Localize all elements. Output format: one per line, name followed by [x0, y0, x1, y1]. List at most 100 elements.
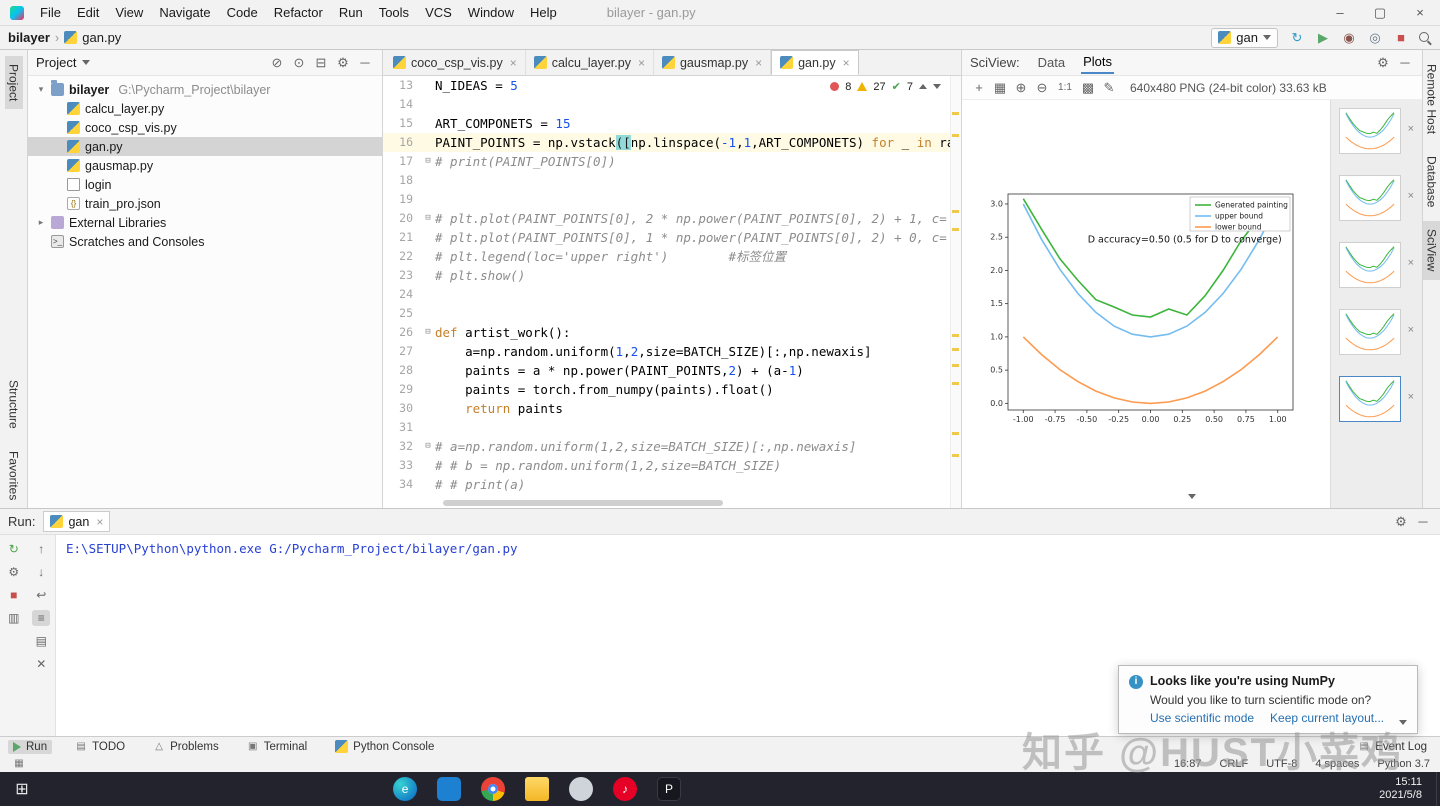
code-line[interactable]: 26⊟def artist_work(): [383, 323, 961, 342]
collapse-all-icon[interactable]: ⊟ [312, 54, 330, 72]
code-line[interactable]: 20⊟# plt.plot(PAINT_POINTS[0], 2 * np.po… [383, 209, 961, 228]
code-line[interactable]: 30 return paints [383, 399, 961, 418]
scroll-end-icon[interactable]: ≡ [32, 610, 50, 626]
close-icon[interactable]: × [755, 56, 762, 70]
tree-item-login[interactable]: login [28, 175, 382, 194]
show-desktop-button[interactable] [1436, 772, 1440, 806]
close-icon[interactable]: × [1408, 257, 1414, 269]
plot-thumbnail[interactable]: × [1339, 108, 1401, 154]
use-scientific-mode-link[interactable]: Use scientific mode [1150, 711, 1254, 725]
menu-window[interactable]: Window [460, 0, 522, 26]
close-icon[interactable]: × [1408, 190, 1414, 202]
menu-help[interactable]: Help [522, 0, 565, 26]
sciview-tab-data[interactable]: Data [1036, 52, 1067, 73]
tool-strip-project[interactable]: Project [5, 56, 23, 109]
tree-item-gan-py[interactable]: gan.py [28, 137, 382, 156]
menu-code[interactable]: Code [219, 0, 266, 26]
stop-icon[interactable]: ■ [1392, 29, 1410, 47]
softwrap-icon[interactable]: ↩ [32, 587, 50, 603]
keep-current-layout-link[interactable]: Keep current layout... [1270, 711, 1384, 725]
app-gray-taskbar-icon[interactable] [569, 777, 593, 801]
app-blue-taskbar-icon[interactable] [437, 777, 461, 801]
toolwindow-switcher-icon[interactable]: ▦ [10, 755, 28, 773]
editor-body[interactable]: 13N_IDEAS = 51415ART_COMPONETS = 1516PAI… [383, 76, 961, 508]
code-line[interactable]: 15ART_COMPONETS = 15 [383, 114, 961, 133]
code-line[interactable]: 19 [383, 190, 961, 209]
breadcrumb-project[interactable]: bilayer [8, 30, 50, 45]
compact-icon[interactable]: ⊘ [268, 54, 286, 72]
close-icon[interactable]: × [1408, 324, 1414, 336]
code-line[interactable]: 34# # print(a) [383, 475, 961, 494]
prev-warning-icon[interactable] [919, 84, 927, 89]
stop-icon[interactable]: ■ [5, 587, 23, 603]
horizontal-scrollbar[interactable] [443, 500, 723, 506]
toolbutton-terminal[interactable]: ▣Terminal [242, 740, 312, 754]
fit-icon[interactable]: + [970, 79, 988, 97]
checker-icon[interactable]: ▩ [1079, 79, 1097, 97]
chevron-down-icon[interactable] [1399, 720, 1407, 725]
caret-position[interactable]: 16:87 [1174, 758, 1202, 770]
close-icon[interactable]: × [843, 56, 850, 70]
code-line[interactable]: 33# # b = np.random.uniform(1,2,size=BAT… [383, 456, 961, 475]
clear-icon[interactable]: ✕ [32, 656, 50, 672]
next-warning-icon[interactable] [933, 84, 941, 89]
edge-taskbar-icon[interactable]: e [393, 777, 417, 801]
print-icon[interactable]: ▤ [32, 633, 50, 649]
menu-vcs[interactable]: VCS [417, 0, 460, 26]
netease-taskbar-icon[interactable]: ♪ [613, 777, 637, 801]
close-icon[interactable]: × [1408, 391, 1414, 403]
editor-tab-gausmap-py[interactable]: gausmap.py× [654, 50, 771, 75]
close-icon[interactable]: × [96, 515, 103, 529]
tool-strip-structure[interactable]: Structure [5, 372, 23, 437]
toolbutton-python-console[interactable]: Python Console [330, 739, 439, 754]
menu-run[interactable]: Run [331, 0, 371, 26]
zoom-in-icon[interactable]: ⊕ [1012, 79, 1030, 97]
actual-size-icon[interactable]: 1:1 [1054, 79, 1076, 97]
plot-thumbnail[interactable]: × [1339, 175, 1401, 221]
up-icon[interactable]: ↑ [32, 541, 50, 557]
menu-file[interactable]: File [32, 0, 69, 26]
code-line[interactable]: 22# plt.legend(loc='upper right') #标签位置 [383, 247, 961, 266]
menu-navigate[interactable]: Navigate [151, 0, 218, 26]
menu-tools[interactable]: Tools [371, 0, 417, 26]
close-icon[interactable]: × [1400, 0, 1440, 26]
error-stripe[interactable] [950, 76, 961, 508]
tree-item-scratches-and-consoles[interactable]: >_Scratches and Consoles [28, 232, 382, 251]
close-icon[interactable]: × [638, 56, 645, 70]
plot-thumbnail[interactable]: × [1339, 309, 1401, 355]
tree-item-gausmap-py[interactable]: gausmap.py [28, 156, 382, 175]
tool-strip-database[interactable]: Database [1423, 148, 1440, 215]
chevron-right-icon[interactable]: ▸ [36, 217, 46, 228]
code-line[interactable]: 25 [383, 304, 961, 323]
minimize-icon[interactable]: – [1320, 0, 1360, 26]
plot-canvas[interactable]: -1.00-0.75-0.50-0.250.000.250.500.751.00… [962, 100, 1330, 508]
menu-view[interactable]: View [107, 0, 151, 26]
plot-thumbnail[interactable]: × [1339, 242, 1401, 288]
tool-strip-remote-host[interactable]: Remote Host [1423, 56, 1440, 142]
toolbutton-todo[interactable]: ▤TODO [70, 740, 130, 754]
code-line[interactable]: 16PAINT_POINTS = np.vstack([np.linspace(… [383, 133, 961, 152]
settings-icon[interactable]: ⚙ [5, 564, 23, 580]
toolbutton-problems[interactable]: △Problems [148, 740, 224, 754]
rerun-icon[interactable]: ↻ [5, 541, 23, 557]
chevron-down-icon[interactable]: ▾ [36, 84, 46, 95]
scroll-down-chevron[interactable] [1188, 487, 1196, 502]
file-encoding[interactable]: UTF-8 [1266, 758, 1297, 770]
layout-icon[interactable]: ▥ [5, 610, 23, 626]
code-line[interactable]: 28 paints = a * np.power(PAINT_POINTS,2)… [383, 361, 961, 380]
tree-item-train-pro-json[interactable]: {}train_pro.json [28, 194, 382, 213]
line-separator[interactable]: CRLF [1219, 758, 1248, 770]
code-line[interactable]: 23# plt.show() [383, 266, 961, 285]
maximize-icon[interactable]: ▢ [1360, 0, 1400, 26]
settings-icon[interactable]: ⚙ [334, 54, 352, 72]
grid-icon[interactable]: ▦ [991, 79, 1009, 97]
plot-thumbnail[interactable]: × [1339, 376, 1401, 422]
project-panel-title[interactable]: Project [36, 55, 76, 70]
fold-marker-icon[interactable]: ⊟ [421, 323, 435, 342]
tool-strip-sciview[interactable]: SciView [1423, 221, 1440, 279]
start-button-icon[interactable]: ⊞ [0, 779, 44, 799]
toolbutton-event-log[interactable]: ▤Event Log [1353, 740, 1432, 754]
app-dark-taskbar-icon[interactable]: P [657, 777, 681, 801]
fold-marker-icon[interactable]: ⊟ [421, 152, 435, 171]
code-line[interactable]: 31 [383, 418, 961, 437]
